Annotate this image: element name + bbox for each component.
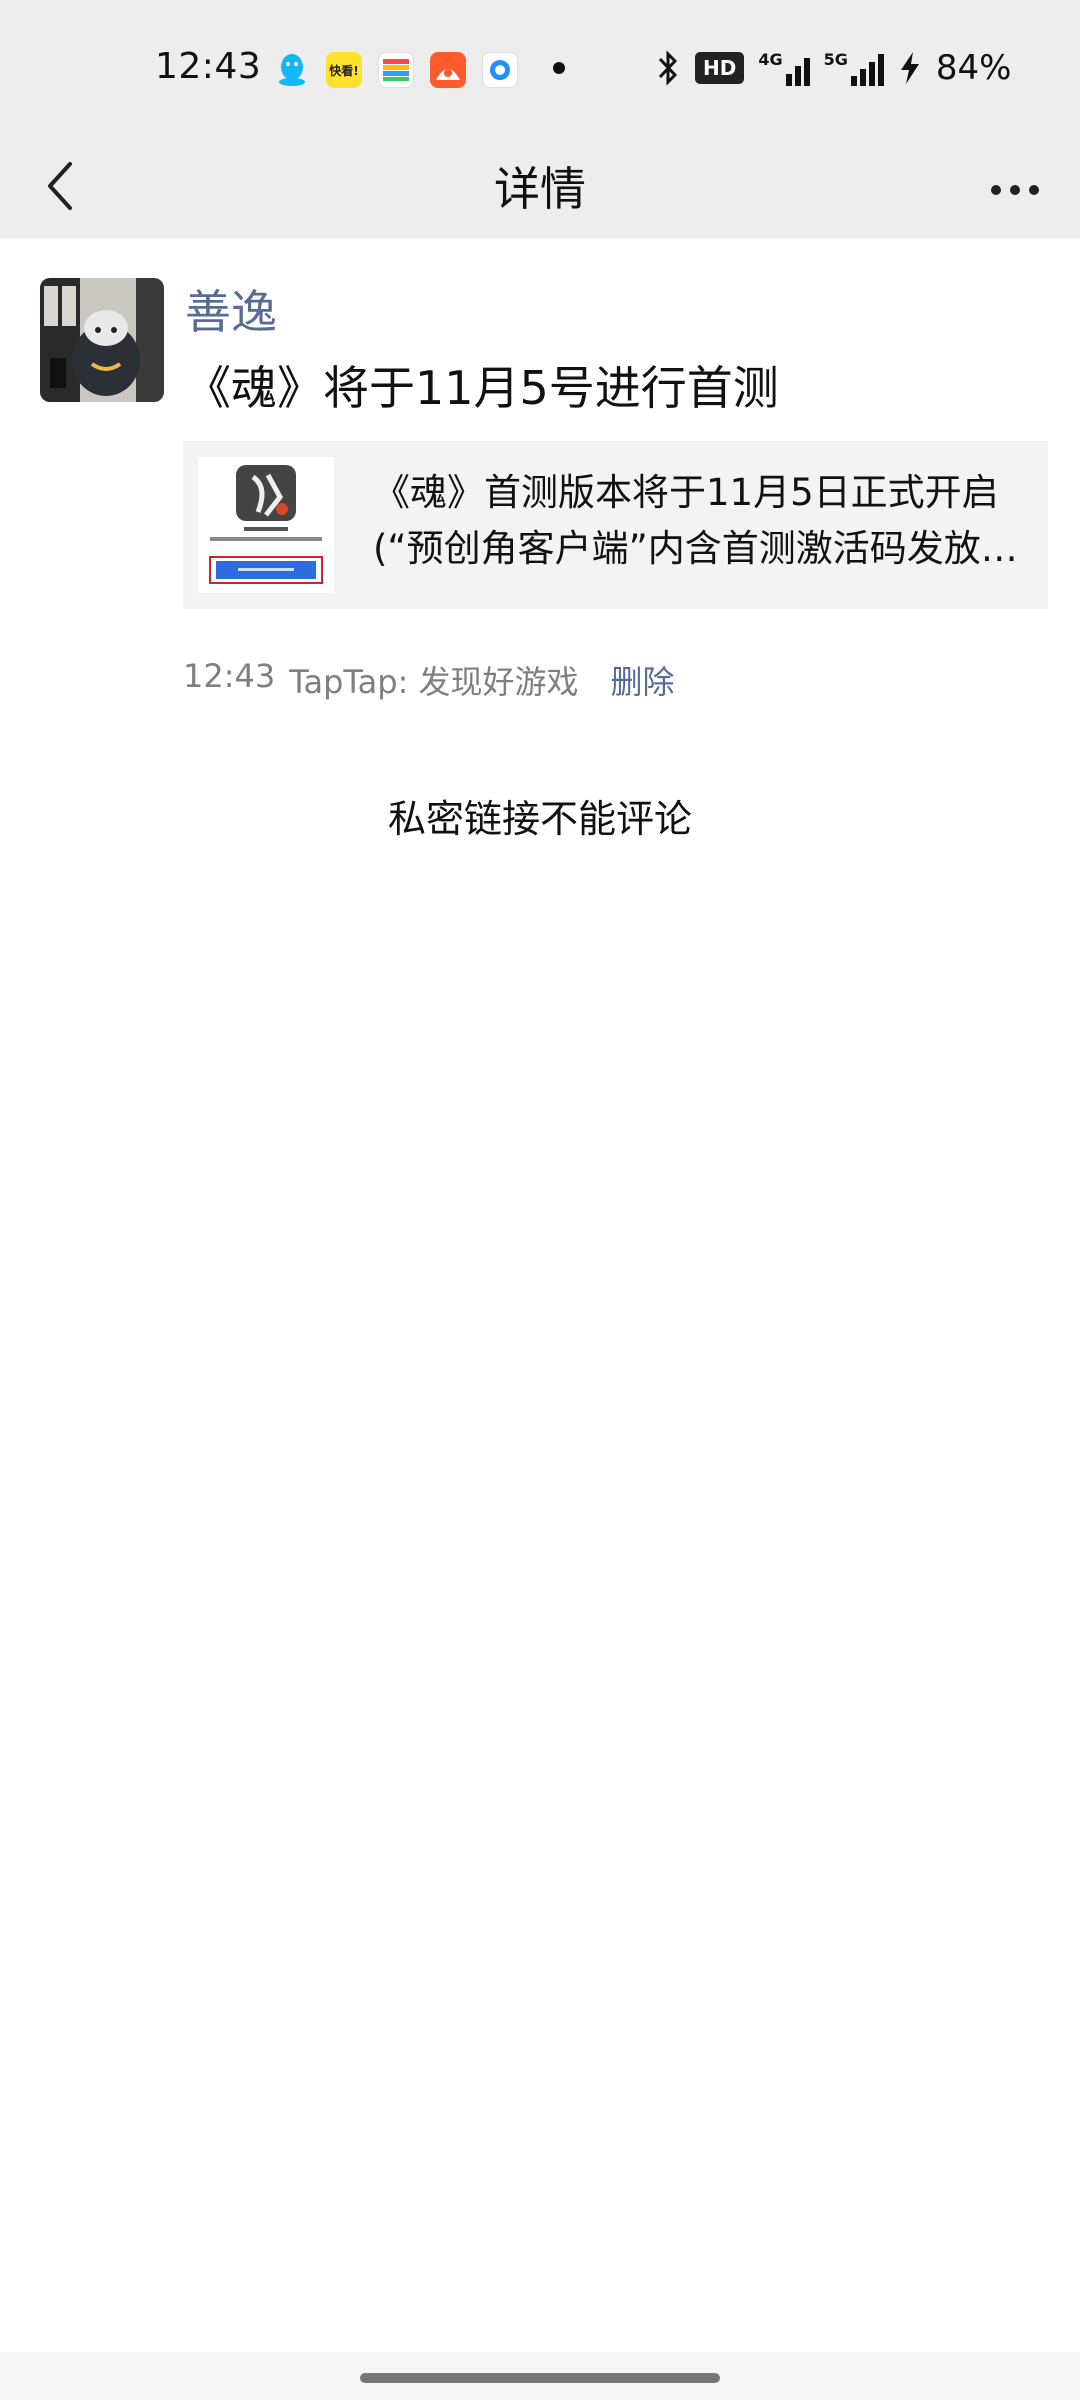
bluetooth-icon	[658, 50, 678, 86]
more-options-button[interactable]	[980, 150, 1050, 230]
author-name[interactable]: 善逸	[185, 276, 277, 342]
link-thumbnail	[198, 457, 334, 593]
signal-4g-icon: 4G	[758, 50, 810, 86]
delete-button[interactable]: 删除	[611, 657, 675, 703]
net2-label: 5G	[823, 50, 848, 69]
system-icons: HD 4G 5G 84%	[655, 48, 1011, 88]
browser-icon	[482, 52, 518, 88]
more-dot-icon	[991, 185, 1001, 195]
qq-icon	[274, 52, 310, 88]
nav-bar: 详情	[0, 140, 1080, 238]
post-meta: 12:43 TapTap: 发现好游戏 删除	[183, 657, 675, 703]
status-bar: 12:43 快看! HD 4G 5G 84%	[0, 0, 1080, 140]
more-dot-icon	[1029, 185, 1039, 195]
link-card[interactable]: 《魂》首测版本将于11月5日正式开启(“预创角客户端”内含首测激活码发放…	[183, 441, 1048, 609]
charging-icon	[900, 52, 919, 84]
page-title: 详情	[494, 162, 586, 216]
battery-percent: 84%	[935, 48, 1012, 88]
more-dot-icon	[1010, 185, 1020, 195]
status-time: 12:43	[155, 46, 262, 87]
net1-label: 4G	[758, 50, 783, 69]
gesture-bar	[0, 2352, 1080, 2400]
kuaishou-icon: 快看!	[326, 52, 362, 88]
signal-5g-icon: 5G	[824, 50, 884, 86]
notification-dot-icon	[553, 62, 565, 74]
link-title: 《魂》首测版本将于11月5日正式开启(“预创角客户端”内含首测激活码发放…	[373, 471, 1018, 570]
wallet-icon	[378, 52, 414, 88]
music-icon	[430, 52, 466, 88]
post-text: 《魂》将于11月5号进行首测	[185, 361, 779, 415]
hd-label: HD	[703, 56, 737, 80]
post-source[interactable]: TapTap: 发现好游戏	[289, 657, 578, 703]
post-time: 12:43	[183, 657, 276, 695]
avatar[interactable]	[40, 278, 164, 402]
kuaishou-label: 快看!	[329, 63, 359, 78]
hd-icon: HD	[695, 52, 745, 84]
home-indicator[interactable]	[360, 2373, 720, 2383]
private-note: 私密链接不能评论	[387, 797, 692, 841]
